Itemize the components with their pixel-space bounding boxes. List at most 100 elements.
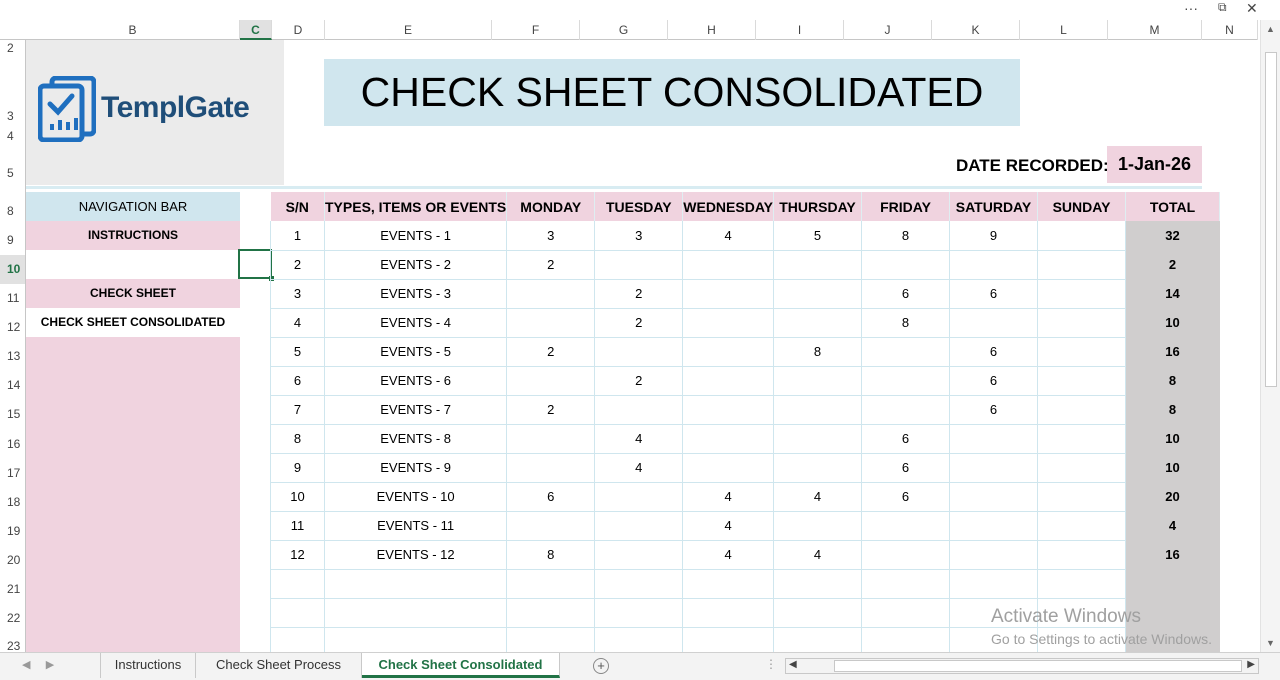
table-cell[interactable] <box>594 597 684 628</box>
table-cell[interactable]: EVENTS - 3 <box>323 278 508 309</box>
total-cell[interactable]: 14 <box>1125 278 1220 309</box>
table-cell[interactable] <box>594 249 684 280</box>
total-cell[interactable]: 4 <box>1125 510 1220 541</box>
table-cell[interactable] <box>682 394 774 425</box>
selected-cell-c10[interactable] <box>238 249 274 281</box>
table-cell[interactable]: 6 <box>949 394 1038 425</box>
table-cell[interactable]: 6 <box>861 423 950 454</box>
row-header-2[interactable]: 2 <box>0 41 25 55</box>
table-cell[interactable] <box>1037 481 1126 512</box>
tab-check-sheet-consolidated[interactable]: Check Sheet Consolidated <box>362 653 560 678</box>
vertical-scrollbar[interactable]: ▲ ▼ <box>1260 20 1280 652</box>
table-cell[interactable]: 6 <box>949 365 1038 396</box>
table-cell[interactable] <box>861 510 950 541</box>
row-header-11[interactable]: 11 <box>0 291 25 305</box>
table-cell[interactable] <box>506 452 596 483</box>
row-header-14[interactable]: 14 <box>0 378 25 392</box>
table-cell[interactable]: 6 <box>861 278 950 309</box>
total-cell[interactable]: 32 <box>1125 221 1220 251</box>
row-header-4[interactable]: 4 <box>0 129 25 143</box>
header-tuesday[interactable]: TUESDAY <box>594 192 684 221</box>
table-cell[interactable] <box>949 539 1038 570</box>
table-cell[interactable]: EVENTS - 7 <box>323 394 508 425</box>
row-header-19[interactable]: 19 <box>0 524 25 538</box>
table-cell[interactable] <box>323 626 508 652</box>
row-header-13[interactable]: 13 <box>0 349 25 363</box>
table-cell[interactable]: 9 <box>949 221 1038 251</box>
table-cell[interactable]: 2 <box>594 307 684 338</box>
table-cell[interactable]: 8 <box>861 307 950 338</box>
table-cell[interactable] <box>861 249 950 280</box>
scroll-right-icon[interactable]: ▶ <box>1247 659 1255 670</box>
total-cell[interactable]: 2 <box>1125 249 1220 280</box>
scroll-up-icon[interactable]: ▲ <box>1266 24 1275 34</box>
header-wednesday[interactable]: WEDNESDAY <box>682 192 774 221</box>
table-cell[interactable]: 4 <box>682 539 774 570</box>
table-cell[interactable] <box>949 249 1038 280</box>
split-handle-icon[interactable]: ⋮ <box>765 657 777 671</box>
table-cell[interactable] <box>270 568 325 599</box>
table-cell[interactable] <box>594 568 684 599</box>
table-cell[interactable] <box>949 423 1038 454</box>
table-cell[interactable]: 5 <box>773 221 862 251</box>
row-header-18[interactable]: 18 <box>0 495 25 509</box>
table-cell[interactable] <box>1037 365 1126 396</box>
table-cell[interactable] <box>682 568 774 599</box>
scroll-down-icon[interactable]: ▼ <box>1266 638 1275 648</box>
table-cell[interactable] <box>682 597 774 628</box>
column-header-d[interactable]: D <box>272 20 325 40</box>
nav-item-check-sheet[interactable]: CHECK SHEET <box>26 279 240 308</box>
table-cell[interactable] <box>861 336 950 367</box>
row-header-12[interactable]: 12 <box>0 320 25 334</box>
column-header-i[interactable]: I <box>756 20 844 40</box>
row-header-5[interactable]: 5 <box>0 166 25 180</box>
table-cell[interactable] <box>594 626 684 652</box>
header-sn[interactable]: S/N <box>270 192 325 221</box>
header-friday[interactable]: FRIDAY <box>861 192 950 221</box>
horizontal-scrollbar[interactable]: ◀ ▶ <box>785 658 1259 674</box>
row-header-9[interactable]: 9 <box>0 233 25 247</box>
table-cell[interactable] <box>773 423 862 454</box>
table-cell[interactable] <box>506 626 596 652</box>
table-cell[interactable]: 3 <box>506 221 596 251</box>
table-cell[interactable]: 3 <box>594 221 684 251</box>
table-cell[interactable] <box>861 626 950 652</box>
table-cell[interactable]: 4 <box>270 307 325 338</box>
total-cell[interactable]: 10 <box>1125 307 1220 338</box>
table-cell[interactable]: 4 <box>682 221 774 251</box>
total-cell[interactable] <box>1125 568 1220 599</box>
table-cell[interactable]: EVENTS - 12 <box>323 539 508 570</box>
column-header-c[interactable]: C <box>240 20 272 40</box>
table-cell[interactable] <box>949 452 1038 483</box>
table-cell[interactable] <box>682 423 774 454</box>
table-cell[interactable] <box>506 365 596 396</box>
total-cell[interactable]: 8 <box>1125 394 1220 425</box>
row-header-20[interactable]: 20 <box>0 553 25 567</box>
row-header-22[interactable]: 22 <box>0 611 25 625</box>
table-cell[interactable]: 6 <box>949 336 1038 367</box>
table-cell[interactable]: 4 <box>594 452 684 483</box>
table-cell[interactable]: 2 <box>506 394 596 425</box>
table-cell[interactable]: 6 <box>270 365 325 396</box>
table-cell[interactable]: EVENTS - 10 <box>323 481 508 512</box>
column-header-j[interactable]: J <box>844 20 932 40</box>
table-cell[interactable]: EVENTS - 4 <box>323 307 508 338</box>
table-cell[interactable]: EVENTS - 9 <box>323 452 508 483</box>
row-header-21[interactable]: 21 <box>0 582 25 596</box>
table-cell[interactable] <box>506 278 596 309</box>
header-monday[interactable]: MONDAY <box>506 192 596 221</box>
vertical-scroll-thumb[interactable] <box>1265 52 1277 387</box>
table-cell[interactable]: 5 <box>270 336 325 367</box>
table-cell[interactable]: 1 <box>270 221 325 251</box>
table-cell[interactable] <box>594 481 684 512</box>
table-cell[interactable] <box>682 278 774 309</box>
table-cell[interactable] <box>682 626 774 652</box>
table-cell[interactable]: EVENTS - 2 <box>323 249 508 280</box>
table-cell[interactable]: 8 <box>773 336 862 367</box>
table-cell[interactable]: EVENTS - 11 <box>323 510 508 541</box>
table-cell[interactable]: EVENTS - 5 <box>323 336 508 367</box>
table-cell[interactable] <box>773 307 862 338</box>
nav-item-instructions[interactable]: INSTRUCTIONS <box>26 221 240 250</box>
table-cell[interactable] <box>506 510 596 541</box>
table-cell[interactable] <box>506 423 596 454</box>
